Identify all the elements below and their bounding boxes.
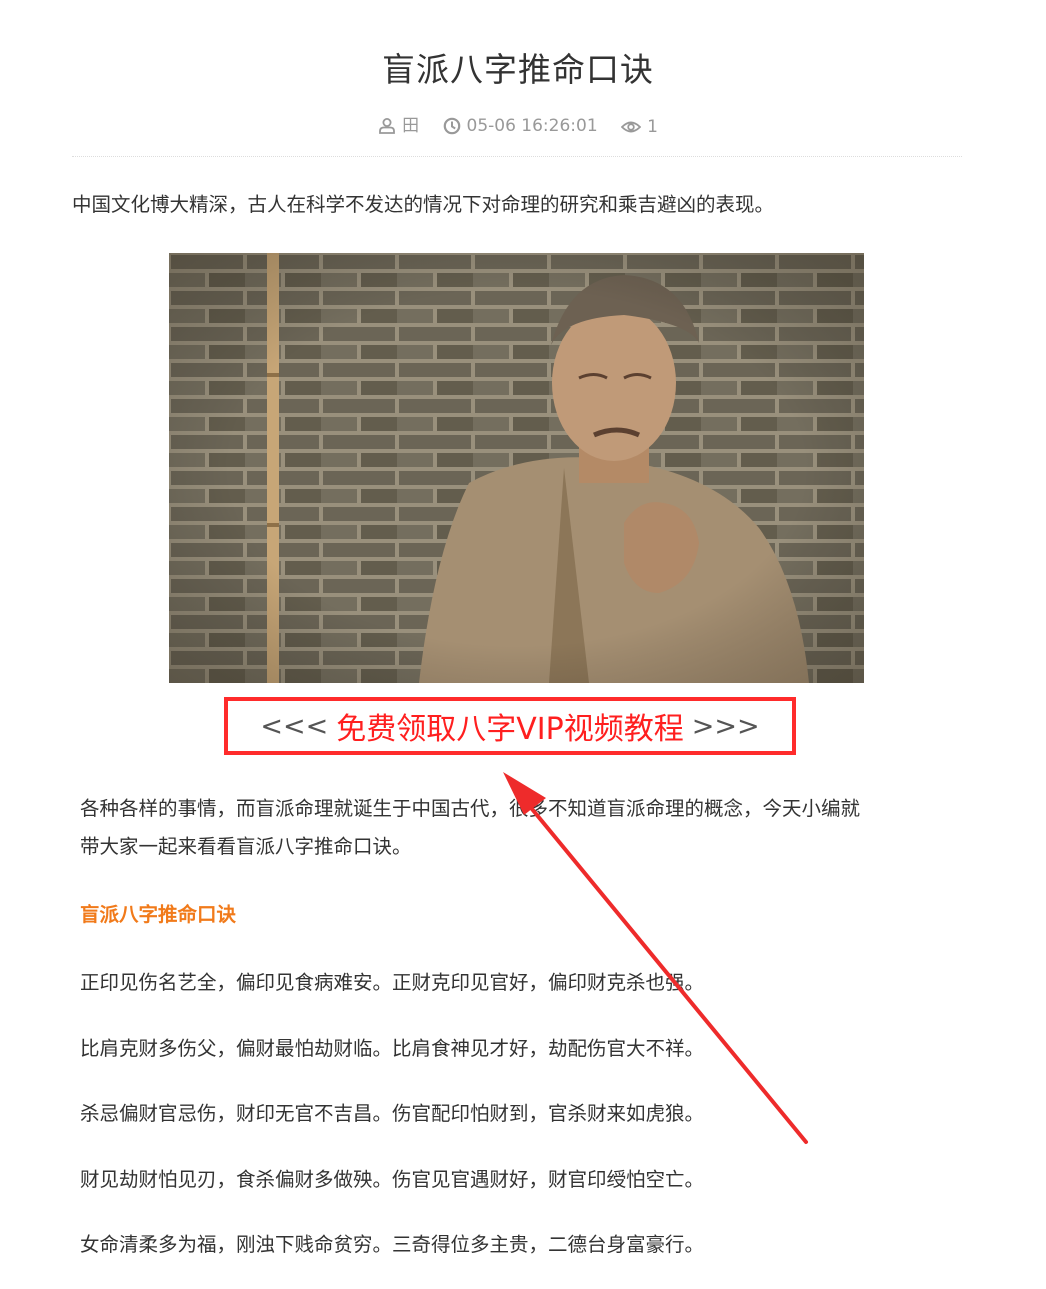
promo-right-arrows: >>>	[691, 710, 760, 742]
lead-line-2: 带大家一起来看看盲派八字推命口诀。	[80, 835, 412, 858]
article-page: 盲派八字推命口诀 田 05-06 16:26:01 1 中国文化博大精深，古人在…	[0, 0, 1046, 1289]
section-heading: 盲派八字推命口诀	[80, 903, 237, 926]
verse-line: 女命清柔多为福，刚浊下贱命贫穷。三奇得位多主贵，二德台身富豪行。	[80, 1233, 705, 1256]
intro-paragraph: 中国文化博大精深，古人在科学不发达的情况下对命理的研究和乘吉避凶的表现。	[72, 193, 775, 216]
vip-promo-banner[interactable]: <<< 免费领取八字VIP视频教程 >>>	[224, 697, 796, 755]
article-title: 盲派八字推命口诀	[382, 50, 654, 89]
user-icon	[379, 118, 395, 134]
header-divider	[72, 156, 962, 157]
view-count: 1	[647, 117, 658, 137]
meta-author[interactable]: 田	[378, 114, 419, 138]
clock-icon	[443, 117, 460, 135]
promo-left-arrows: <<<	[260, 710, 329, 742]
article-meta: 田 05-06 16:26:01 1	[0, 114, 1036, 142]
eye-icon	[621, 121, 642, 133]
publish-time: 05-06 16:26:01	[466, 116, 598, 136]
verse-line: 正印见伤名艺全，偏印见食病难安。正财克印见官好，偏印财克杀也强。	[80, 971, 705, 994]
meta-time: 05-06 16:26:01	[443, 114, 598, 138]
lead-line-1: 各种各样的事情，而盲派命理就诞生于中国古代，很多不知道盲派命理的概念，今天小编就	[80, 797, 861, 820]
verse-line: 财见劫财怕见刃，食杀偏财多做殃。伤官见官遇财好，财官印绶怕空亡。	[80, 1168, 705, 1191]
lead-paragraph: 各种各样的事情，而盲派命理就诞生于中国古代，很多不知道盲派命理的概念，今天小编就…	[80, 790, 980, 866]
vip-video-link[interactable]: 免费领取八字VIP视频教程	[336, 704, 683, 748]
author-name: 田	[402, 116, 420, 136]
article-photo	[169, 253, 864, 683]
verse-line: 杀忌偏财官忌伤，财印无官不吉昌。伤官配印怕财到，官杀财来如虎狼。	[80, 1102, 705, 1125]
meta-views: 1	[621, 115, 658, 139]
verse-line: 比肩克财多伤父，偏财最怕劫财临。比肩食神见才好，劫配伤官大不祥。	[80, 1037, 705, 1060]
